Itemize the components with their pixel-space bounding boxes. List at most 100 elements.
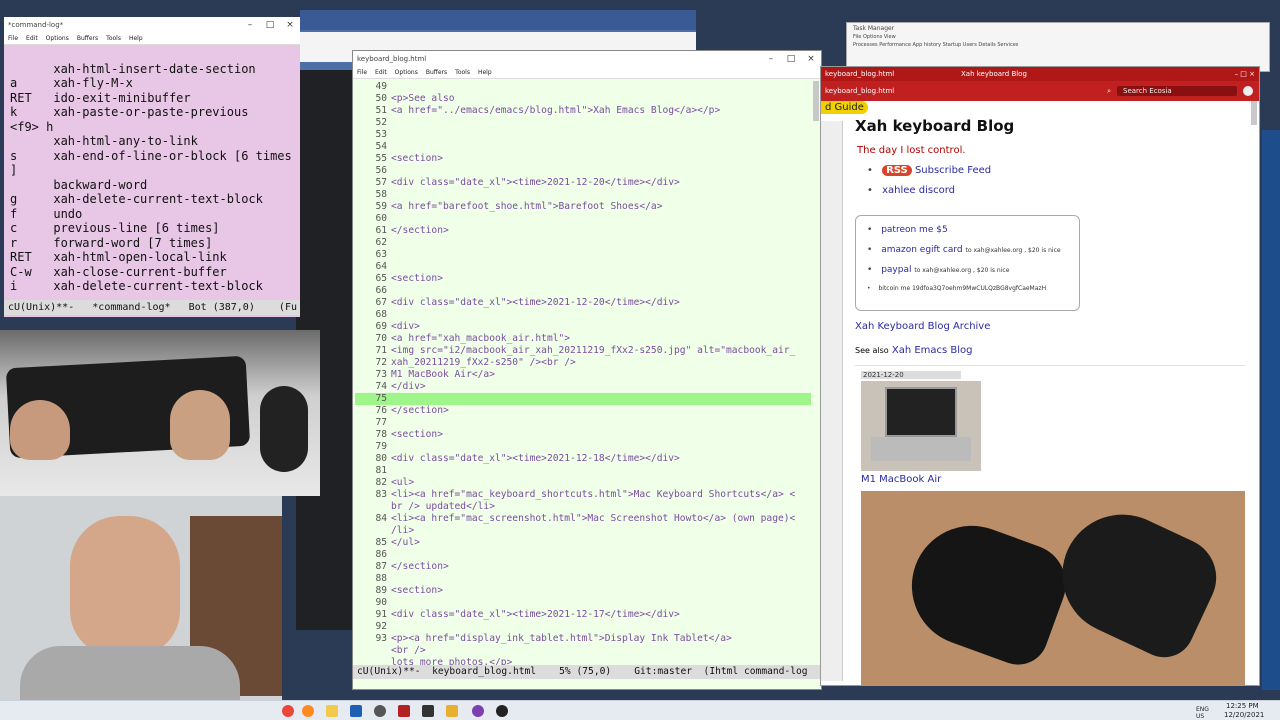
code-line[interactable]: 55 <section> <box>355 153 811 165</box>
folder-icon[interactable] <box>326 705 338 717</box>
photo-app-icon[interactable] <box>350 705 362 717</box>
amazon-link[interactable]: amazon egift card <box>881 245 962 255</box>
code-line[interactable]: 93 <p><a href="display_ink_tablet.html">D… <box>355 633 811 645</box>
code-line[interactable]: 81 <box>355 465 811 477</box>
code-line[interactable]: 84 <li><a href="mac_screenshot.html">Mac … <box>355 513 811 525</box>
archive-link[interactable]: Xah Keyboard Blog Archive <box>855 321 990 332</box>
macbook-photo[interactable] <box>861 381 981 471</box>
chrome-icon[interactable] <box>282 705 294 717</box>
patreon-link[interactable]: patreon me $5 <box>881 225 948 235</box>
code-line[interactable]: 88 <box>355 573 811 585</box>
code-line[interactable]: 51 <a href="../emacs/emacs/blog.html">Xah… <box>355 105 811 117</box>
macbook-caption[interactable]: M1 MacBook Air <box>861 474 941 485</box>
code-line[interactable]: 50 <p>See also <box>355 93 811 105</box>
code-line[interactable]: 79 <box>355 441 811 453</box>
code-line[interactable]: 77 <box>355 417 811 429</box>
menu-options[interactable]: Options <box>395 69 418 76</box>
code-line[interactable]: 57 <div class="date_xl"><time>2021-12-20<… <box>355 177 811 189</box>
code-line[interactable]: 85 </ul> <box>355 537 811 549</box>
menu-tools[interactable]: Tools <box>455 69 470 76</box>
search-box[interactable]: Search Ecosia <box>1117 86 1237 96</box>
code-line[interactable]: /li> <box>355 525 811 537</box>
shoe-photo[interactable] <box>861 491 1245 685</box>
clock-time[interactable]: 12:25 PM <box>1226 702 1259 710</box>
code-line[interactable]: 61 </section> <box>355 225 811 237</box>
editor-code-area[interactable]: 49 50 <p>See also 51 <a href="../emacs/emacs… <box>355 81 811 671</box>
code-line[interactable]: <br /> <box>355 645 811 657</box>
code-line[interactable]: 60 <box>355 213 811 225</box>
code-line[interactable]: 54 <box>355 141 811 153</box>
terminal-icon[interactable] <box>422 705 434 717</box>
discord-link[interactable]: xahlee discord <box>882 185 955 196</box>
code-line[interactable]: 69 <div> <box>355 321 811 333</box>
code-line[interactable]: 78 <section> <box>355 429 811 441</box>
menu-buffers[interactable]: Buffers <box>426 69 447 76</box>
code-line[interactable]: 62 <box>355 237 811 249</box>
line-text: <div class="date_xl"><time>2021-12-17</t… <box>391 609 680 620</box>
code-line[interactable]: 92 <box>355 621 811 633</box>
menu-file[interactable]: File <box>8 35 18 42</box>
code-line[interactable]: br /> updated</li> <box>355 501 811 513</box>
app-red-icon[interactable] <box>398 705 410 717</box>
menu-tools[interactable]: Tools <box>106 35 121 42</box>
menu-help[interactable]: Help <box>129 35 143 42</box>
code-line[interactable]: 86 <box>355 549 811 561</box>
emacs-icon[interactable] <box>472 705 484 717</box>
obs-icon[interactable] <box>496 705 508 717</box>
browser-tab[interactable]: keyboard_blog.html <box>825 70 894 78</box>
code-line[interactable]: 75 <box>355 393 811 405</box>
menu-buffers[interactable]: Buffers <box>77 35 98 42</box>
avatar[interactable] <box>1243 86 1253 96</box>
files-icon[interactable] <box>446 705 458 717</box>
see-also-link[interactable]: Xah Emacs Blog <box>892 345 973 356</box>
page-scrollbar[interactable] <box>1251 101 1257 125</box>
clock-date[interactable]: 12/20/2021 <box>1224 711 1264 719</box>
code-line[interactable]: 73 M1 MacBook Air</a> <box>355 369 811 381</box>
code-line[interactable]: 65 <section> <box>355 273 811 285</box>
code-line[interactable]: 83 <li><a href="mac_keyboard_shortcuts.ht… <box>355 489 811 501</box>
maximize-icon[interactable]: □ <box>781 54 801 64</box>
menu-options[interactable]: Options <box>46 35 69 42</box>
code-line[interactable]: 58 <box>355 189 811 201</box>
code-line[interactable]: 64 <box>355 261 811 273</box>
code-line[interactable]: 71 <img src="i2/macbook_air_xah_20211219_… <box>355 345 811 357</box>
guide-badge[interactable]: d Guide <box>821 101 868 114</box>
code-line[interactable]: 63 <box>355 249 811 261</box>
code-line[interactable]: 87 </section> <box>355 561 811 573</box>
code-line[interactable]: 52 <box>355 117 811 129</box>
code-line[interactable]: 76 </section> <box>355 405 811 417</box>
browser-tab-label[interactable]: keyboard_blog.html <box>825 87 1101 95</box>
maximize-icon[interactable]: □ <box>260 20 280 30</box>
code-line[interactable]: 91 <div class="date_xl"><time>2021-12-17<… <box>355 609 811 621</box>
subscribe-link[interactable]: Subscribe Feed <box>915 165 991 176</box>
code-line[interactable]: 80 <div class="date_xl"><time>2021-12-18<… <box>355 453 811 465</box>
menu-help[interactable]: Help <box>478 69 492 76</box>
code-line[interactable]: 70 <a href="xah_macbook_air.html"> <box>355 333 811 345</box>
minimize-icon[interactable]: – <box>761 54 781 64</box>
code-line[interactable]: 74 </div> <box>355 381 811 393</box>
close-icon[interactable]: × <box>801 54 821 64</box>
code-line[interactable]: 53 <box>355 129 811 141</box>
firefox-icon[interactable] <box>302 705 314 717</box>
code-line[interactable]: 56 <box>355 165 811 177</box>
language-indicator[interactable]: ENG US <box>1196 706 1218 720</box>
code-line[interactable]: 68 <box>355 309 811 321</box>
code-line[interactable]: 66 <box>355 285 811 297</box>
code-line[interactable]: 72 xah_20211219_fXx2-s250" /><br /> <box>355 357 811 369</box>
code-line[interactable]: 67 <div class="date_xl"><time>2021-12-20<… <box>355 297 811 309</box>
menu-file[interactable]: File <box>357 69 367 76</box>
code-line[interactable]: 90 <box>355 597 811 609</box>
gear-icon[interactable] <box>374 705 386 717</box>
rss-badge[interactable]: RSS <box>882 165 912 176</box>
code-line[interactable]: 59 <a href="barefoot_shoe.html">Barefoot … <box>355 201 811 213</box>
menu-edit[interactable]: Edit <box>26 35 38 42</box>
code-line[interactable]: 89 <section> <box>355 585 811 597</box>
minimize-icon[interactable]: – <box>240 20 260 30</box>
menu-edit[interactable]: Edit <box>375 69 387 76</box>
editor-scrollbar[interactable] <box>813 81 819 121</box>
browser-window-controls[interactable]: – □ × <box>1235 67 1255 81</box>
paypal-link[interactable]: paypal <box>881 265 911 275</box>
close-icon[interactable]: × <box>280 20 300 30</box>
code-line[interactable]: 49 <box>355 81 811 93</box>
code-line[interactable]: 82 <ul> <box>355 477 811 489</box>
